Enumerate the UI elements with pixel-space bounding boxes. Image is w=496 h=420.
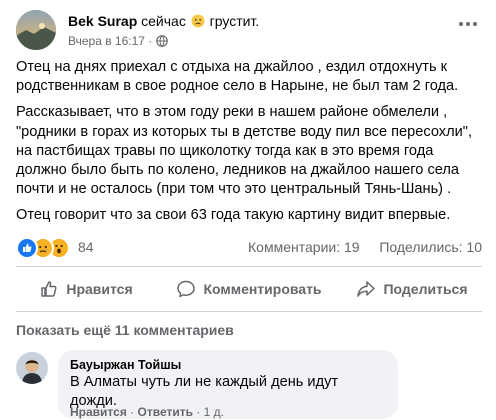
reactions-bar: 84 Комментарии: 19 Поделились: 10	[16, 236, 482, 259]
comment-actions: Нравится · Ответить · 1 д.	[70, 405, 224, 419]
share-icon	[357, 281, 376, 297]
share-button[interactable]: Поделиться	[342, 271, 482, 307]
reaction-count[interactable]: 84	[78, 239, 94, 255]
post-header: Bek Surap сейчас грустит. Вчера в 16:17 …	[16, 10, 486, 54]
sad-face-emoji-icon	[191, 14, 205, 28]
comment-author[interactable]: Бауыржан Тойшы	[70, 357, 386, 373]
post-paragraph: Отец говорит что за свои 63 года такую к…	[16, 207, 451, 224]
post-stats: Комментарии: 19 Поделились: 10	[248, 239, 482, 255]
post-timestamp[interactable]: Вчера в 16:17	[68, 34, 145, 48]
comment-separator: ·	[196, 405, 201, 419]
thumbs-up-icon	[41, 281, 57, 297]
comment-reply-link[interactable]: Ответить	[138, 405, 193, 419]
comments-count-link[interactable]: Комментарии: 19	[248, 239, 360, 255]
like-icon	[16, 237, 38, 259]
author-name[interactable]: Bek Surap	[68, 13, 137, 29]
globe-icon	[155, 35, 168, 50]
comment-like-link[interactable]: Нравится	[70, 405, 127, 419]
post-actions: Нравится Комментировать Поделиться	[16, 271, 482, 307]
more-options-icon[interactable]	[452, 12, 484, 36]
post-paragraph: Рассказывает, что в этом году реки в наш…	[16, 104, 472, 198]
meta-separator: ·	[148, 34, 153, 48]
divider	[16, 266, 482, 267]
author-avatar[interactable]	[16, 10, 56, 50]
like-button[interactable]: Нравится	[16, 271, 156, 307]
comment-button-label: Комментировать	[203, 281, 322, 297]
share-button-label: Поделиться	[383, 281, 468, 297]
comment-age[interactable]: 1 д.	[204, 405, 224, 419]
comment-button[interactable]: Комментировать	[164, 271, 334, 307]
show-more-comments-link[interactable]: Показать ещё 11 комментариев	[16, 322, 234, 338]
author-line: Bek Surap сейчас грустит.	[68, 13, 259, 29]
comment-icon	[177, 280, 196, 298]
commenter-avatar[interactable]	[16, 352, 48, 384]
post-body: Отец на днях приехал с отдыха на джайлоо…	[16, 58, 482, 233]
facebook-post: Bek Surap сейчас грустит. Вчера в 16:17 …	[0, 0, 496, 420]
post-meta: Вчера в 16:17 ·	[68, 34, 168, 50]
activity-prefix: сейчас	[141, 13, 186, 29]
like-button-label: Нравится	[66, 281, 133, 297]
post-paragraph: Отец на днях приехал с отдыха на джайлоо…	[16, 59, 459, 95]
activity-feeling: грустит.	[209, 13, 260, 29]
comment-separator: ·	[130, 405, 135, 419]
divider	[16, 311, 482, 312]
shares-count-link[interactable]: Поделились: 10	[379, 239, 482, 255]
